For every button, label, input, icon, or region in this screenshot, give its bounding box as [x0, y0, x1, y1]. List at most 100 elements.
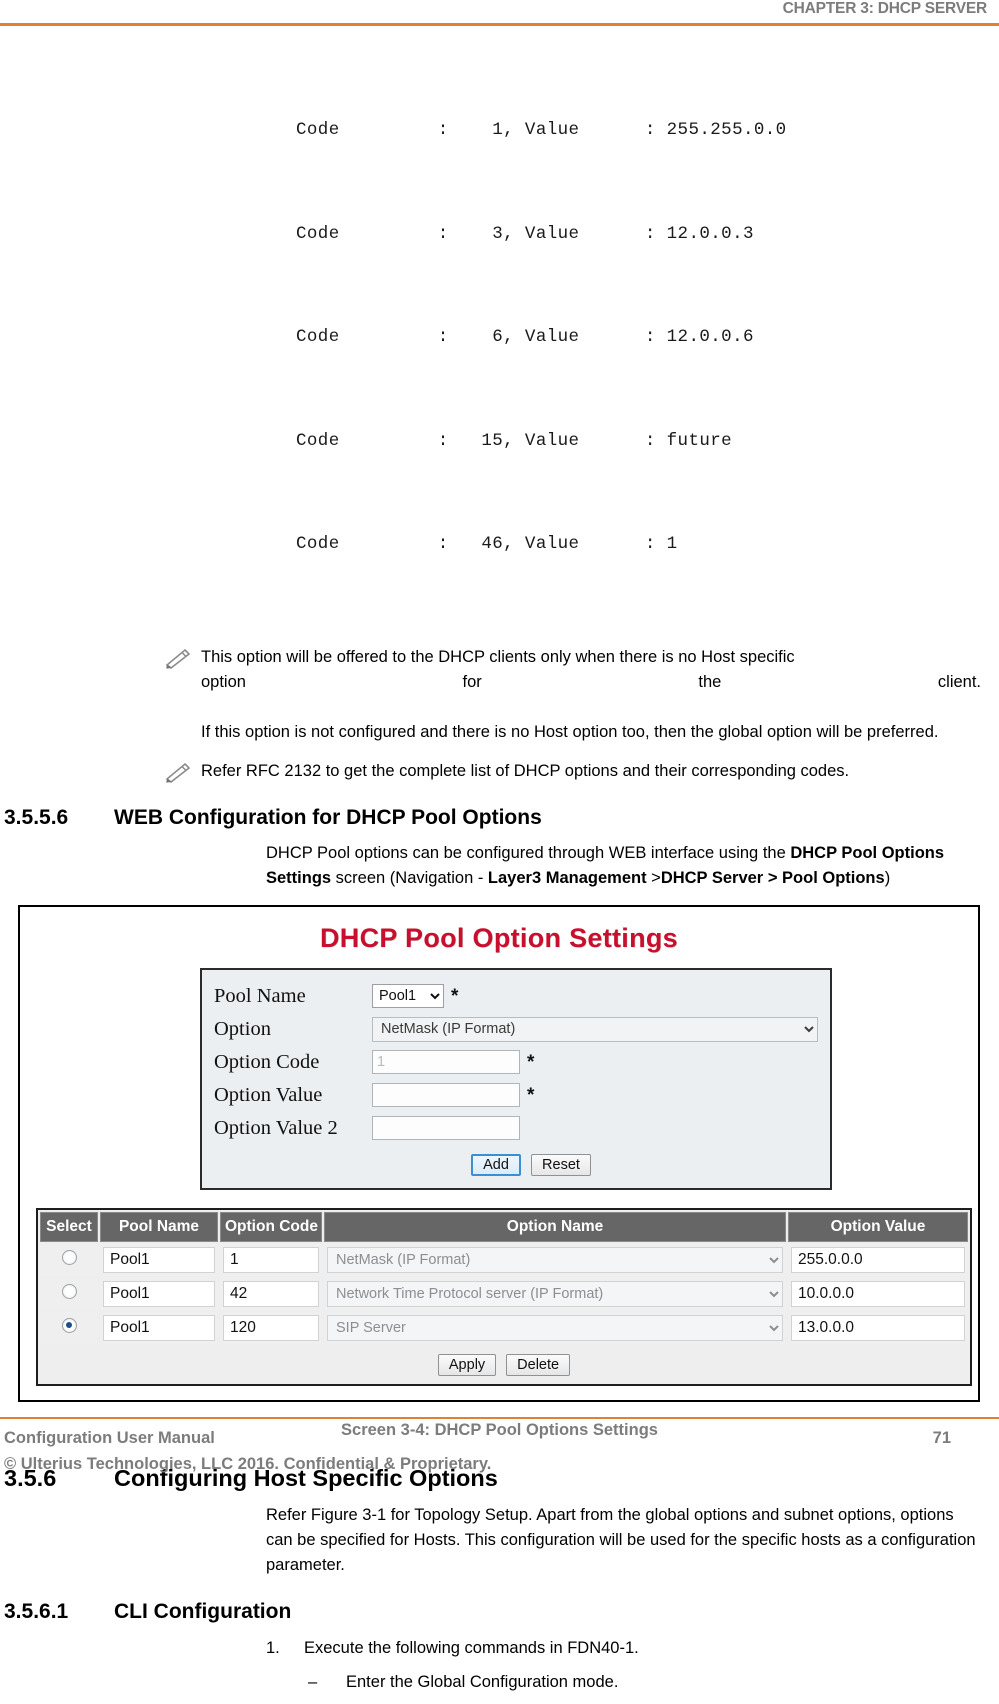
cli-output-line: Code : 46, Value : 1 [296, 534, 678, 554]
list-marker-dash: – [308, 1672, 318, 1691]
section-heading-3561: 3.5.6.1 CLI Configuration [0, 1600, 999, 1624]
option-code-label: Option Code [214, 1050, 320, 1073]
para-text-3: > [646, 868, 661, 887]
column-header-option-name: Option Name [324, 1211, 786, 1242]
option-code-input[interactable] [372, 1050, 520, 1074]
table-row: Pool1 42 Network Time Protocol server (I… [40, 1277, 968, 1310]
option-value-input[interactable] [372, 1083, 520, 1107]
option-label: Option [214, 1017, 271, 1040]
note-word-option: option [201, 672, 246, 691]
para-bold-3: DHCP Server > Pool Options [660, 868, 885, 887]
pool-option-form: Pool Name Pool1 * Option NetMask (IP For… [200, 967, 832, 1190]
page-footer: Configuration User Manual 71 © Ulterius … [0, 1417, 999, 1489]
pool-name-label: Pool Name [214, 984, 306, 1007]
footer-page-number: 71 [932, 1429, 951, 1447]
row-option-name-cell: NetMask (IP Format) [324, 1243, 786, 1276]
section-title: WEB Configuration for DHCP Pool Options [114, 805, 542, 829]
option-select[interactable]: NetMask (IP Format) [372, 1016, 818, 1042]
row-select-cell [40, 1277, 98, 1310]
cli-step-list: 1. Execute the following commands in FDN… [266, 1636, 981, 1695]
column-header-select: Select [40, 1211, 98, 1242]
row-option-code-cell: 120 [220, 1311, 322, 1344]
list-item: – Enter the Global Configuration mode. [304, 1670, 981, 1695]
note-block: Refer RFC 2132 to get the complete list … [163, 759, 981, 784]
apply-button[interactable]: Apply [437, 1353, 497, 1376]
row-option-code-value: 1 [223, 1246, 319, 1273]
row-option-value-cell: 10.0.0.0 [788, 1277, 968, 1310]
form-button-row: Add Reset [214, 1153, 818, 1176]
row-option-name-cell: Network Time Protocol server (IP Format) [324, 1277, 786, 1310]
footer-copyright: © Ulterius Technologies, LLC 2016. Confi… [4, 1455, 492, 1473]
para-text-4: ) [884, 868, 891, 887]
row-pool-name-cell: Pool1 [100, 1277, 218, 1310]
row-radio[interactable] [61, 1249, 77, 1265]
required-asterisk: * [527, 1084, 535, 1106]
row-option-value-cell: 13.0.0.0 [788, 1311, 968, 1344]
chapter-title: CHAPTER 3: DHCP SERVER [782, 0, 988, 17]
form-row-option-code: Option Code * [214, 1046, 818, 1079]
row-option-code-cell: 42 [220, 1277, 322, 1310]
row-pool-name-cell: Pool1 [100, 1243, 218, 1276]
row-option-name-select[interactable]: NetMask (IP Format) [327, 1246, 783, 1273]
form-row-option-value: Option Value * [214, 1079, 818, 1112]
form-row-option-value-2: Option Value 2 [214, 1112, 818, 1145]
row-select-cell [40, 1311, 98, 1344]
table-header-row: Select Pool Name Option Code Option Name… [40, 1211, 968, 1242]
table-button-row: Apply Delete [38, 1345, 970, 1380]
row-option-code-value: 42 [223, 1280, 319, 1307]
column-header-option-code: Option Code [220, 1211, 322, 1242]
para-bold-2: Layer3 Management [487, 868, 647, 887]
row-pool-name-value: Pool1 [103, 1280, 215, 1307]
list-marker: 1. [266, 1638, 280, 1657]
note-text: Refer RFC 2132 to get the complete list … [201, 761, 850, 780]
cli-output-line: Code : 1, Value : 255.255.0.0 [296, 120, 787, 140]
required-asterisk: * [451, 985, 459, 1007]
section-3556-paragraph: DHCP Pool options can be configured thro… [266, 841, 981, 891]
pencil-icon [163, 761, 193, 783]
form-row-option: Option NetMask (IP Format) [214, 1013, 818, 1046]
pool-options-table-wrapper: Select Pool Name Option Code Option Name… [36, 1207, 972, 1386]
para-text-2: screen (Navigation - [331, 868, 488, 887]
section-heading-3556: 3.5.5.6 WEB Configuration for DHCP Pool … [0, 806, 999, 830]
note-word-the: the [698, 672, 722, 691]
reset-button[interactable]: Reset [531, 1153, 591, 1176]
table-row: Pool1 120 SIP Server 13.0.0.0 [40, 1311, 968, 1344]
row-pool-name-cell: Pool1 [100, 1311, 218, 1344]
note-word-for: for [462, 672, 482, 691]
pool-options-table: Select Pool Name Option Code Option Name… [38, 1210, 970, 1346]
cli-output-line: Code : 6, Value : 12.0.0.6 [296, 327, 754, 347]
pool-name-select[interactable]: Pool1 [372, 984, 444, 1008]
note-text-line2: option for the client. [201, 670, 981, 720]
note-text-line3: If this option is not configured and the… [201, 722, 939, 741]
section-number: 3.5.5.6 [4, 805, 69, 829]
required-asterisk: * [527, 1051, 535, 1073]
row-option-code-cell: 1 [220, 1243, 322, 1276]
section-number: 3.5.6.1 [4, 1599, 69, 1623]
cli-output-block: Code : 1, Value : 255.255.0.0 Code : 3, … [0, 30, 999, 631]
column-header-pool-name: Pool Name [100, 1211, 218, 1242]
row-option-name-select[interactable]: SIP Server [327, 1314, 783, 1341]
pencil-icon [163, 647, 193, 669]
footer-manual-name: Configuration User Manual [4, 1429, 215, 1447]
row-radio[interactable] [61, 1283, 77, 1299]
row-select-cell [40, 1243, 98, 1276]
form-row-pool-name: Pool Name Pool1 * [214, 980, 818, 1013]
page-header: CHAPTER 3: DHCP SERVER [0, 0, 999, 30]
row-option-value-value: 13.0.0.0 [791, 1314, 965, 1341]
cli-substep-list: – Enter the Global Configuration mode. [304, 1670, 981, 1695]
option-value-2-input[interactable] [372, 1116, 520, 1140]
section-title: CLI Configuration [114, 1599, 292, 1623]
table-row: Pool1 1 NetMask (IP Format) 255.0.0.0 [40, 1243, 968, 1276]
note-text-line1: This option will be offered to the DHCP … [201, 647, 795, 666]
row-option-name-select[interactable]: Network Time Protocol server (IP Format) [327, 1280, 783, 1307]
screenshot-title: DHCP Pool Option Settings [320, 922, 678, 953]
row-radio-selected[interactable] [61, 1317, 77, 1333]
delete-button[interactable]: Delete [506, 1353, 571, 1376]
add-button[interactable]: Add [471, 1153, 522, 1176]
note-block: This option will be offered to the DHCP … [163, 645, 981, 745]
list-item: 1. Execute the following commands in FDN… [266, 1636, 981, 1695]
list-item-text: Enter the Global Configuration mode. [346, 1672, 619, 1691]
section-356-paragraph: Refer Figure 3-1 for Topology Setup. Apa… [266, 1505, 976, 1574]
row-option-code-value: 120 [223, 1314, 319, 1341]
row-option-value-value: 255.0.0.0 [791, 1246, 965, 1273]
